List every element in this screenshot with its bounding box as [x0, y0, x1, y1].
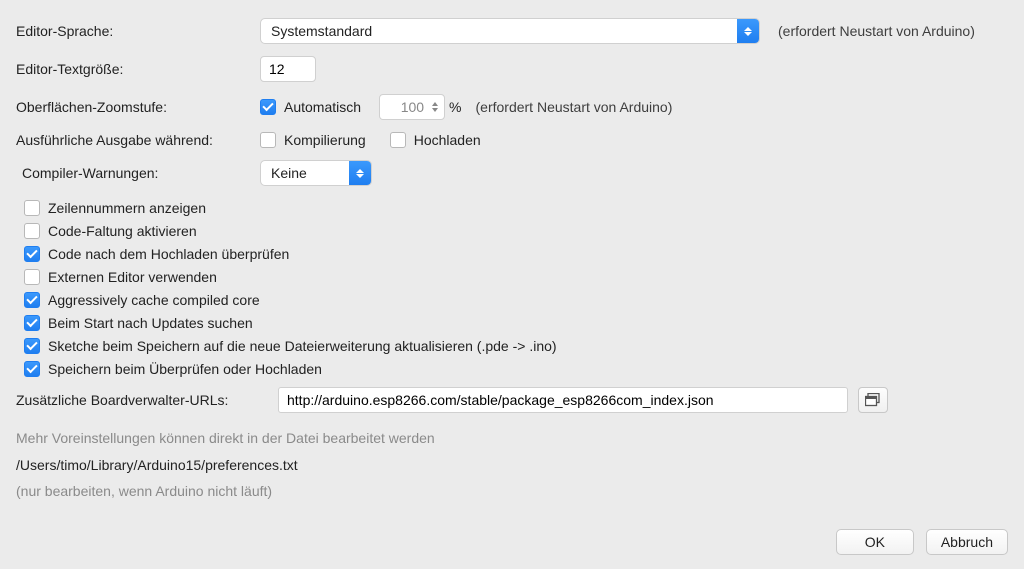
verbose-upload-label: Hochladen: [414, 132, 481, 148]
option-checkbox[interactable]: [24, 292, 40, 308]
option-label: Code nach dem Hochladen überprüfen: [48, 246, 289, 262]
editor-textsize-label: Editor-Textgröße:: [16, 61, 260, 77]
zoom-auto-checkbox[interactable]: [260, 99, 276, 115]
additional-urls-label: Zusätzliche Boardverwalter-URLs:: [16, 392, 278, 408]
option-row: Sketche beim Speichern auf die neue Date…: [16, 338, 1008, 354]
option-row: Externen Editor verwenden: [16, 269, 1008, 285]
option-row: Code-Faltung aktivieren: [16, 223, 1008, 239]
options-checkbox-list: Zeilennummern anzeigen Code-Faltung aktiv…: [16, 200, 1008, 377]
option-label: Externen Editor verwenden: [48, 269, 217, 285]
option-checkbox[interactable]: [24, 361, 40, 377]
interface-zoom-label: Oberflächen-Zoomstufe:: [16, 99, 260, 115]
dropdown-arrows-icon: [349, 161, 371, 185]
editor-language-select[interactable]: Systemstandard: [260, 18, 760, 44]
editor-language-restart-hint: (erfordert Neustart von Arduino): [778, 23, 975, 39]
edit-urls-button[interactable]: [858, 387, 888, 413]
editor-language-label: Editor-Sprache:: [16, 23, 260, 39]
additional-urls-input[interactable]: [278, 387, 848, 413]
option-row: Speichern beim Überprüfen oder Hochladen: [16, 361, 1008, 377]
verbose-output-label: Ausführliche Ausgabe während:: [16, 132, 260, 148]
editor-language-value: Systemstandard: [271, 23, 372, 39]
verbose-compile-checkbox[interactable]: [260, 132, 276, 148]
option-checkbox[interactable]: [24, 315, 40, 331]
preferences-file-path: /Users/timo/Library/Arduino15/preference…: [16, 452, 1008, 479]
verbose-upload-checkbox[interactable]: [390, 132, 406, 148]
option-checkbox[interactable]: [24, 338, 40, 354]
zoom-value: 100: [388, 99, 426, 115]
option-row: Aggressively cache compiled core: [16, 292, 1008, 308]
compiler-warnings-value: Keine: [271, 165, 307, 181]
zoom-value-stepper[interactable]: 100: [379, 94, 445, 120]
zoom-auto-label: Automatisch: [284, 99, 361, 115]
verbose-compile-label: Kompilierung: [284, 132, 366, 148]
option-label: Speichern beim Überprüfen oder Hochladen: [48, 361, 322, 377]
option-checkbox[interactable]: [24, 200, 40, 216]
option-row: Beim Start nach Updates suchen: [16, 315, 1008, 331]
option-label: Code-Faltung aktivieren: [48, 223, 197, 239]
more-prefs-hint: Mehr Voreinstellungen können direkt in d…: [16, 425, 1008, 452]
edit-note: (nur bearbeiten, wenn Arduino nicht läuf…: [16, 478, 1008, 505]
option-row: Code nach dem Hochladen überprüfen: [16, 246, 1008, 262]
compiler-warnings-label: Compiler-Warnungen:: [16, 165, 260, 181]
option-label: Aggressively cache compiled core: [48, 292, 260, 308]
option-label: Sketche beim Speichern auf die neue Date…: [48, 338, 557, 354]
option-row: Zeilennummern anzeigen: [16, 200, 1008, 216]
option-checkbox[interactable]: [24, 269, 40, 285]
ok-button[interactable]: OK: [836, 529, 914, 555]
stepper-arrows-icon: [428, 96, 442, 118]
dropdown-arrows-icon: [737, 19, 759, 43]
compiler-warnings-select[interactable]: Keine: [260, 160, 372, 186]
cancel-button[interactable]: Abbruch: [926, 529, 1008, 555]
editor-textsize-input[interactable]: [260, 56, 316, 82]
zoom-percent: %: [449, 99, 461, 115]
option-checkbox[interactable]: [24, 246, 40, 262]
option-label: Zeilennummern anzeigen: [48, 200, 206, 216]
option-label: Beim Start nach Updates suchen: [48, 315, 253, 331]
zoom-restart-hint: (erfordert Neustart von Arduino): [476, 99, 673, 115]
option-checkbox[interactable]: [24, 223, 40, 239]
window-icon: [865, 393, 881, 407]
